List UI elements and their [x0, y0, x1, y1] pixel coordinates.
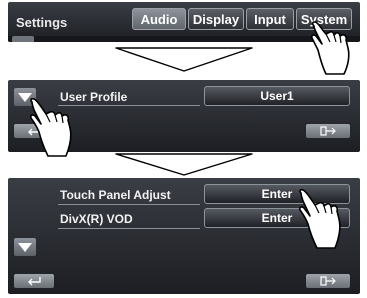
hand-pointer-icon [299, 188, 341, 249]
back-arrow-icon [28, 277, 41, 286]
down-triangle-icon [18, 243, 32, 252]
tab-audio[interactable]: Audio [132, 8, 186, 30]
tab-input[interactable]: Input [246, 8, 294, 30]
partial-button [12, 36, 34, 42]
settings-title: Settings [16, 15, 68, 30]
exit-icon [320, 126, 336, 136]
row-underline [58, 204, 200, 205]
down-arrow-icon [115, 153, 253, 176]
down-arrow-icon [115, 47, 253, 72]
down-button[interactable] [14, 238, 36, 256]
exit-icon [320, 276, 336, 286]
exit-button[interactable] [306, 274, 350, 288]
touch-panel-adjust-label: Touch Panel Adjust [60, 188, 171, 202]
tab-display[interactable]: Display [188, 8, 244, 30]
exit-button[interactable] [306, 124, 350, 138]
hand-pointer-icon [30, 98, 72, 157]
user-profile-value-button[interactable]: User1 [204, 86, 350, 106]
back-button[interactable] [14, 274, 54, 288]
row-underline [58, 228, 200, 229]
divx-vod-label: DivX(R) VOD [60, 212, 133, 226]
hand-pointer-icon [311, 21, 350, 75]
